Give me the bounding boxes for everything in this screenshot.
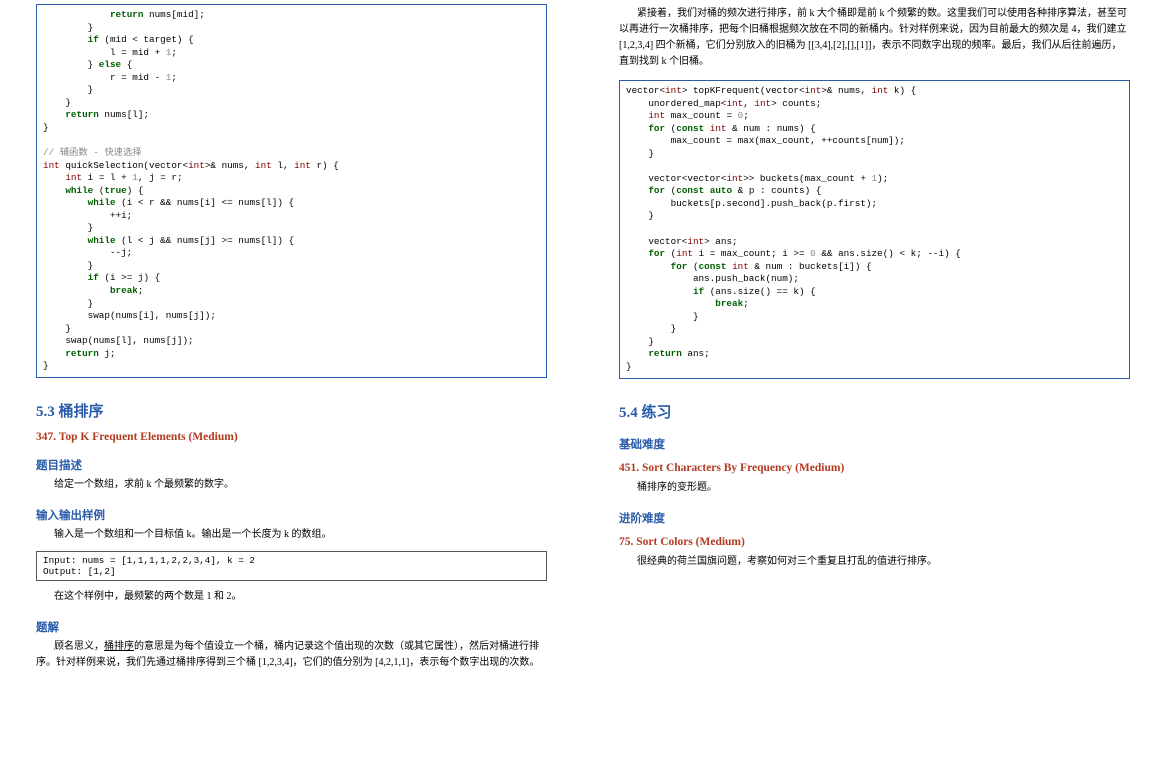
heading-basic: 基础难度 bbox=[619, 436, 1130, 452]
solution-p1: 顾名思义，桶排序的意思是为每个值设立一个桶，桶内记录这个值出现的次数（或其它属性… bbox=[36, 639, 547, 671]
intro-continuation: 紧接着，我们对桶的频次进行排序，前 k 大个桶即是前 k 个频繁的数。这里我们可… bbox=[619, 6, 1130, 70]
problem-347-title: 347. Top K Frequent Elements (Medium) bbox=[36, 431, 547, 443]
io-text: 输入是一个数组和一个目标值 k。输出是一个长度为 k 的数组。 bbox=[36, 527, 547, 543]
section-5-3-title: 5.3 桶排序 bbox=[36, 400, 547, 421]
left-page: return nums[mid]; } if (mid < target) { … bbox=[0, 0, 583, 777]
section-5-4-title: 5.4 练习 bbox=[619, 401, 1130, 422]
right-page: 紧接着，我们对桶的频次进行排序，前 k 大个桶即是前 k 个频繁的数。这里我们可… bbox=[583, 0, 1166, 777]
problem-75-title: 75. Sort Colors (Medium) bbox=[619, 536, 1130, 548]
problem-451-text: 桶排序的变形题。 bbox=[619, 480, 1130, 496]
code-block-topkfrequent: vector<int> topKFrequent(vector<int>& nu… bbox=[619, 80, 1130, 379]
description-text: 给定一个数组，求前 k 个最频繁的数字。 bbox=[36, 477, 547, 493]
heading-advanced: 进阶难度 bbox=[619, 510, 1130, 526]
io-after-text: 在这个样例中，最频繁的两个数是 1 和 2。 bbox=[36, 589, 547, 605]
heading-solution: 题解 bbox=[36, 619, 547, 635]
heading-description: 题目描述 bbox=[36, 457, 547, 473]
io-example-block: Input: nums = [1,1,1,1,2,2,3,4], k = 2 O… bbox=[36, 551, 547, 581]
heading-io: 输入输出样例 bbox=[36, 507, 547, 523]
problem-75-text: 很经典的荷兰国旗问题，考察如何对三个重复且打乱的值进行排序。 bbox=[619, 554, 1130, 570]
problem-451-title: 451. Sort Characters By Frequency (Mediu… bbox=[619, 462, 1130, 474]
code-block-quickselection: return nums[mid]; } if (mid < target) { … bbox=[36, 4, 547, 378]
